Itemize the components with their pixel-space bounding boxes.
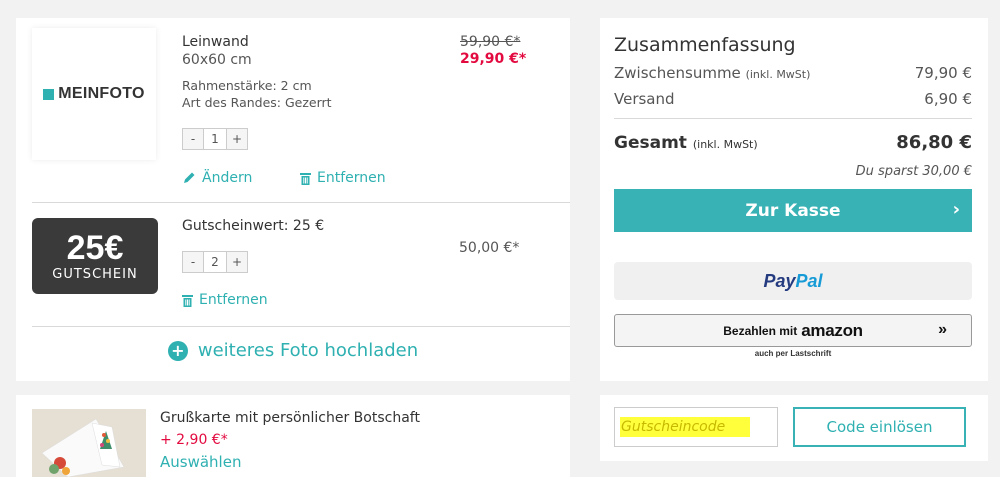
checkout-button[interactable]: Zur Kasse › <box>614 189 972 232</box>
greeting-card-image <box>32 409 146 477</box>
order-summary-panel: Zusammenfassung Zwischensumme (inkl. MwS… <box>600 18 988 381</box>
total-value: 86,80 € <box>896 132 972 153</box>
amazon-pay-note: auch per Lastschrift <box>754 349 832 358</box>
old-price: 59,90 €* <box>460 34 521 50</box>
coupon-panel: Code einlösen <box>600 395 988 461</box>
subtotal-tax-note: (inkl. MwSt) <box>745 68 811 81</box>
cart-panel: MEINFOTO Leinwand 60x60 cm Rahmenstärke:… <box>16 18 570 381</box>
subtotal-row: Zwischensumme (inkl. MwSt) 79,90 € <box>614 64 972 82</box>
double-chevron-right-icon: » <box>938 321 947 338</box>
decrement-button[interactable]: - <box>183 129 203 149</box>
shipping-label: Versand <box>614 90 675 108</box>
quantity-value[interactable]: 1 <box>203 129 227 149</box>
paypal-button[interactable]: Pay Pal <box>614 262 972 300</box>
edit-link[interactable]: Ändern <box>182 170 252 186</box>
product-frame-thickness: Rahmenstärke: 2 cm <box>182 78 312 93</box>
increment-button[interactable]: + <box>227 252 247 272</box>
trash-icon <box>182 294 193 307</box>
select-greeting-card-link[interactable]: Auswählen <box>160 453 241 471</box>
product-size: 60x60 cm <box>182 52 252 68</box>
voucher-amount: 25€ <box>66 228 124 267</box>
voucher-title: Gutscheinwert: 25 € <box>182 218 325 234</box>
meinfoto-logo: MEINFOTO <box>43 85 145 103</box>
quantity-stepper: - 2 + <box>182 251 248 273</box>
savings-text: Du sparst 30,00 € <box>855 164 972 179</box>
divider <box>614 118 972 119</box>
divider <box>32 202 570 203</box>
plus-circle-icon: + <box>167 340 188 361</box>
total-label: Gesamt <box>614 133 687 153</box>
coupon-code-input[interactable] <box>614 407 778 447</box>
upload-photo-link[interactable]: + weiteres Foto hochladen <box>16 340 570 361</box>
greeting-card-thumbnail[interactable] <box>32 409 146 477</box>
amazon-pay-button[interactable]: Bezahlen mit amazon » <box>614 314 972 347</box>
remove-link[interactable]: Entfernen <box>300 170 386 186</box>
pencil-icon <box>184 172 195 183</box>
chevron-right-icon: › <box>952 199 960 220</box>
edit-label: Ändern <box>202 170 253 186</box>
subtotal-label: Zwischensumme <box>614 64 741 82</box>
total-row: Gesamt (inkl. MwSt) 86,80 € <box>614 132 972 153</box>
amazon-pay-prefix: Bezahlen mit <box>723 323 798 338</box>
total-tax-note: (inkl. MwSt) <box>692 138 758 151</box>
voucher-label: GUTSCHEIN <box>52 266 138 282</box>
remove-link[interactable]: Entfernen <box>182 292 268 308</box>
product-title: Leinwand <box>182 34 249 50</box>
remove-label: Entfernen <box>317 170 386 186</box>
sale-price: 29,90 €* <box>460 51 527 67</box>
quantity-stepper: - 1 + <box>182 128 248 150</box>
voucher-thumbnail[interactable]: 25€ GUTSCHEIN <box>32 218 158 294</box>
upload-label: weiteres Foto hochladen <box>197 340 419 361</box>
shipping-value: 6,90 € <box>924 90 972 108</box>
product-thumbnail[interactable]: MEINFOTO <box>32 28 156 160</box>
voucher-price: 50,00 €* <box>459 240 520 256</box>
redeem-code-button[interactable]: Code einlösen <box>793 407 966 447</box>
remove-label: Entfernen <box>199 292 268 308</box>
checkout-label: Zur Kasse <box>745 200 841 221</box>
paypal-logo-part2: Pal <box>795 270 823 291</box>
logo-square-icon <box>43 88 55 100</box>
product-edge-type: Art des Randes: Gezerrt <box>182 95 332 110</box>
greeting-card-title: Grußkarte mit persönlicher Botschaft <box>160 410 420 426</box>
amazon-logo: amazon <box>801 320 863 340</box>
divider <box>32 326 570 327</box>
shipping-row: Versand 6,90 € <box>614 90 972 108</box>
decrement-button[interactable]: - <box>183 252 203 272</box>
increment-button[interactable]: + <box>227 129 247 149</box>
logo-text: MEINFOTO <box>58 85 145 102</box>
greeting-card-panel: Grußkarte mit persönlicher Botschaft + 2… <box>16 395 570 477</box>
subtotal-value: 79,90 € <box>914 64 972 82</box>
paypal-logo-part1: Pay <box>763 270 796 291</box>
greeting-card-price: + 2,90 €* <box>160 432 228 448</box>
trash-icon <box>300 172 311 185</box>
summary-title: Zusammenfassung <box>614 34 796 56</box>
quantity-value[interactable]: 2 <box>203 252 227 272</box>
